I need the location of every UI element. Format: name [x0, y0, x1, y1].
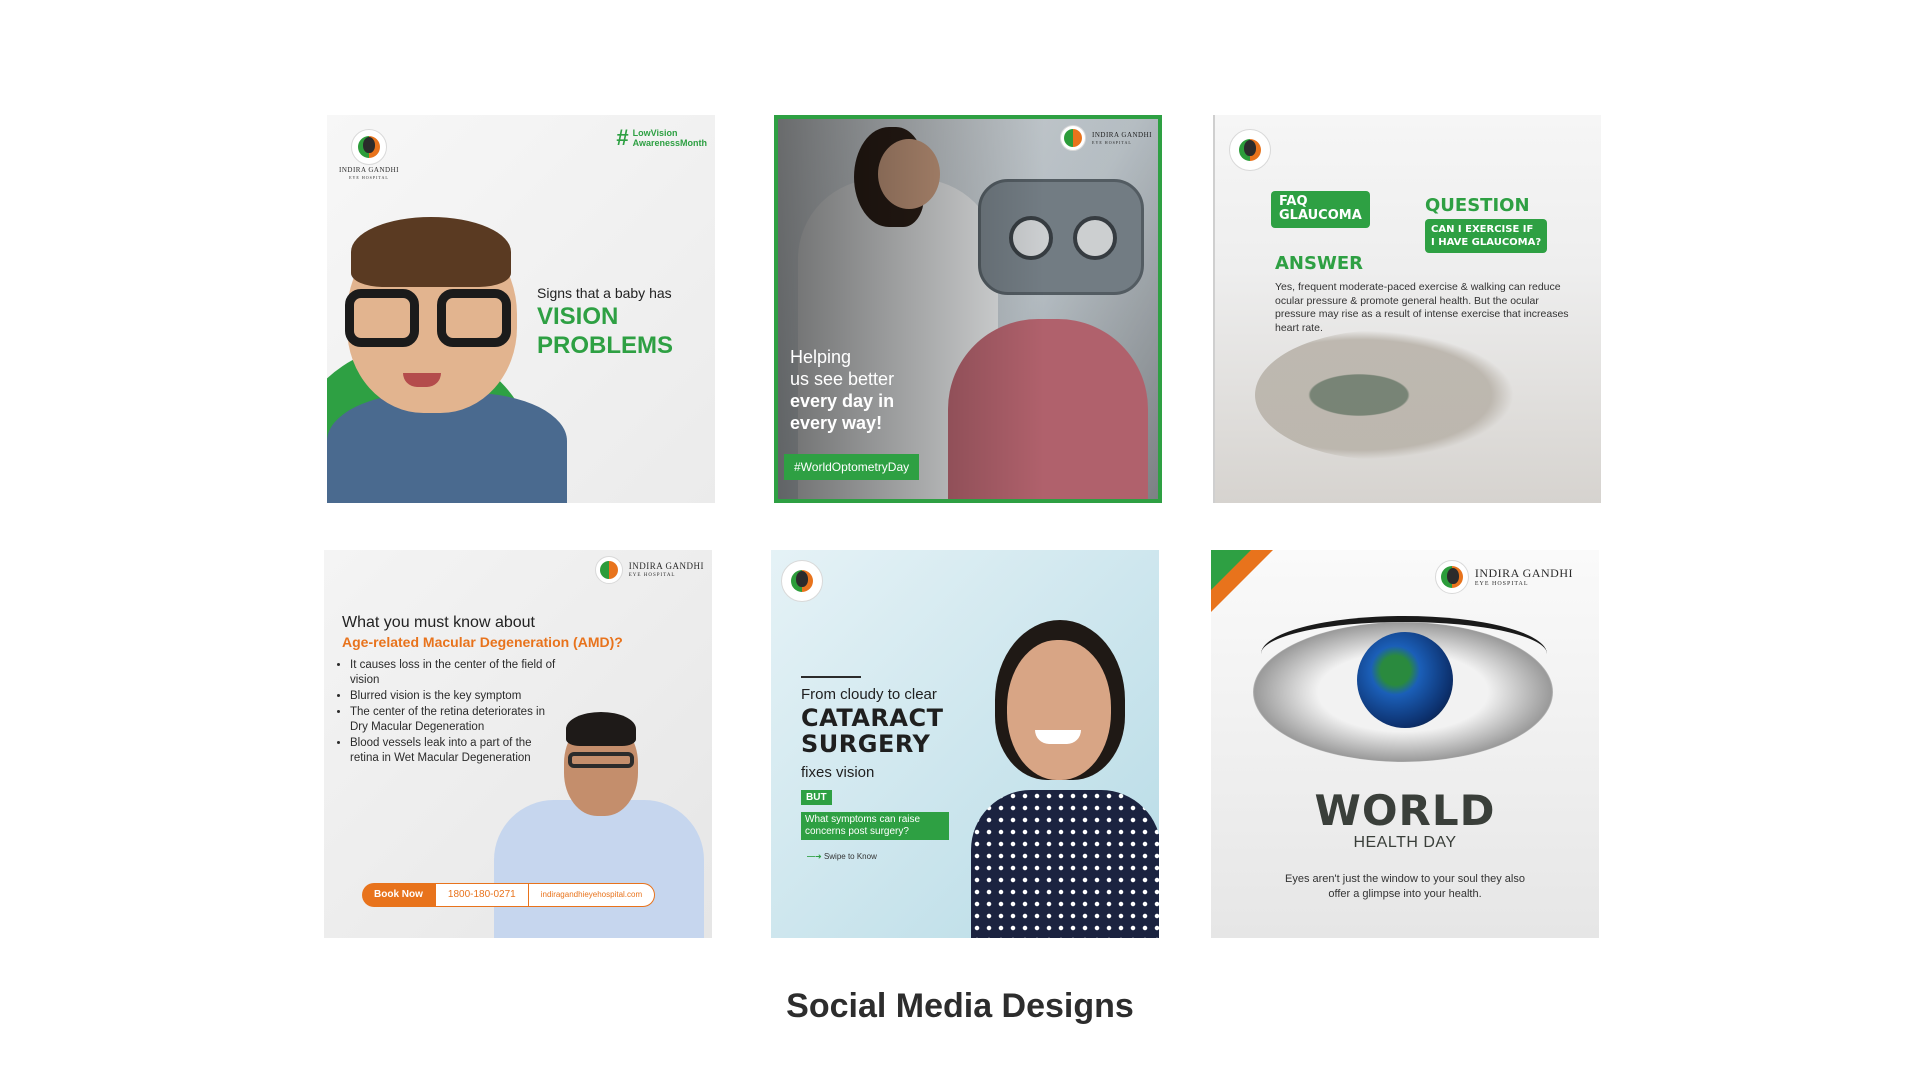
- answer-label: ANSWER: [1275, 253, 1363, 274]
- hospital-logo-icon: [1434, 560, 1469, 594]
- logo-line2: EYE HOSPITAL: [1474, 581, 1529, 587]
- swipe-hint[interactable]: —➜ Swipe to Know: [807, 852, 877, 861]
- page-title: Social Media Designs: [786, 987, 1134, 1025]
- message-line3: every day in: [790, 390, 895, 411]
- tile-world-health-day: INDIRA GANDHI EYE HOSPITAL WORLD HEALTH …: [1211, 550, 1599, 938]
- arrow-right-icon: —➜: [807, 852, 822, 861]
- world-title: WORLD: [1314, 786, 1496, 835]
- eye-closeup-image: [1255, 330, 1515, 460]
- baby-photo: [327, 217, 567, 503]
- hospital-logo: [1229, 129, 1271, 171]
- but-badge: BUT: [801, 790, 832, 805]
- tile-line3: fixes vision: [801, 764, 875, 781]
- message-line2: us see better: [790, 368, 895, 389]
- faq-bubble: FAQ GLAUCOMA: [1271, 191, 1370, 228]
- logo-line1: INDIRA GANDHI: [1092, 130, 1152, 139]
- logo-line2: EYE HOSPITAL: [628, 573, 676, 578]
- faq-line2: GLAUCOMA: [1279, 208, 1362, 224]
- list-item: It causes loss in the center of the fiel…: [350, 658, 562, 688]
- tile-title-line1: VISION: [537, 303, 619, 330]
- tile-glaucoma-faq: FAQ GLAUCOMA QUESTION CAN I EXERCISE IF …: [1213, 115, 1601, 503]
- tile-title: CATARACT SURGERY: [801, 704, 944, 758]
- green-corner-decoration: [1211, 550, 1251, 590]
- tile-title: VISION PROBLEMS: [537, 303, 673, 361]
- hashtag-badge: # LowVision AwarenessMonth: [616, 125, 707, 150]
- tile-title-line2: SURGERY: [801, 729, 931, 758]
- book-now-button[interactable]: Book Now: [362, 883, 435, 907]
- tile-amd: INDIRA GANDHI EYE HOSPITAL What you must…: [324, 550, 712, 938]
- hospital-logo-icon: [594, 556, 623, 584]
- tile-subtitle: Signs that a baby has: [537, 285, 672, 301]
- question-badge: What symptoms can raise concerns post su…: [801, 812, 949, 840]
- tile-cataract: From cloudy to clear CATARACT SURGERY fi…: [771, 550, 1159, 938]
- hashtag-icon: #: [616, 125, 629, 150]
- hashtag-chip: #WorldOptometryDay: [784, 454, 920, 480]
- tile-heading: What you must know about: [342, 614, 535, 631]
- hospital-logo-icon: [1060, 125, 1087, 151]
- tile-message: Helping us see better every day in every…: [790, 347, 894, 435]
- tile-title-line2: PROBLEMS: [537, 331, 674, 359]
- message-line1: Helping: [790, 347, 852, 367]
- globe-iris-icon: [1357, 632, 1453, 728]
- answer-text: Yes, frequent moderate-paced exercise & …: [1275, 281, 1569, 334]
- logo-line1: INDIRA GANDHI: [628, 561, 704, 571]
- logo-line2: EYE HOSPITAL: [349, 175, 389, 180]
- divider: [801, 676, 861, 678]
- website-link[interactable]: indiragandhieyehospital.com: [528, 883, 656, 907]
- logo-line1: INDIRA GANDHI: [1474, 566, 1573, 580]
- phone-number[interactable]: 1800-180-0271: [434, 883, 529, 907]
- faq-line1: FAQ: [1279, 194, 1308, 209]
- tile-line1: From cloudy to clear: [801, 686, 937, 703]
- hospital-logo: INDIRA GANDHI EYE HOSPITAL: [594, 556, 704, 584]
- hospital-logo-icon: [1229, 129, 1271, 171]
- hospital-logo: [781, 560, 823, 602]
- question-bubble: CAN I EXERCISE IF I HAVE GLAUCOMA?: [1425, 219, 1548, 253]
- question-label: QUESTION: [1425, 195, 1530, 216]
- tile-subheading: Age-related Macular Degeneration (AMD)?: [342, 634, 623, 650]
- question-line1: CAN I EXERCISE IF: [1431, 224, 1534, 235]
- swipe-label: Swipe to Know: [823, 852, 877, 861]
- hospital-logo: INDIRA GANDHI EYE HOSPITAL: [339, 129, 399, 180]
- logo-line2: EYE HOSPITAL: [1092, 139, 1132, 145]
- tile-caption: Eyes aren't just the window to your soul…: [1251, 872, 1559, 902]
- caption-line2: offer a glimpse into your health.: [1328, 887, 1482, 900]
- hospital-logo-icon: [350, 129, 387, 165]
- logo-line1: INDIRA GANDHI: [339, 166, 399, 174]
- hospital-logo: INDIRA GANDHI EYE HOSPITAL: [1434, 560, 1573, 594]
- cta-bar: Book Now 1800-180-0271 indiragandhieyeho…: [362, 883, 656, 907]
- message-line4: every way!: [790, 412, 883, 433]
- question-line2: I HAVE GLAUCOMA?: [1431, 237, 1542, 248]
- hospital-logo: INDIRA GANDHI EYE HOSPITAL: [1060, 125, 1152, 151]
- caption-line1: Eyes aren't just the window to your soul…: [1285, 873, 1525, 885]
- hashtag-line2: AwarenessMonth: [632, 137, 707, 148]
- health-day-title: HEALTH DAY: [1353, 834, 1457, 851]
- tile-title-line1: CATARACT: [801, 704, 944, 732]
- tile-vision-problems: INDIRA GANDHI EYE HOSPITAL # LowVision A…: [327, 115, 715, 503]
- tile-optometry-day: INDIRA GANDHI EYE HOSPITAL Helping us se…: [774, 115, 1162, 503]
- smiling-woman-photo: [971, 610, 1159, 938]
- hospital-logo-icon: [781, 560, 823, 602]
